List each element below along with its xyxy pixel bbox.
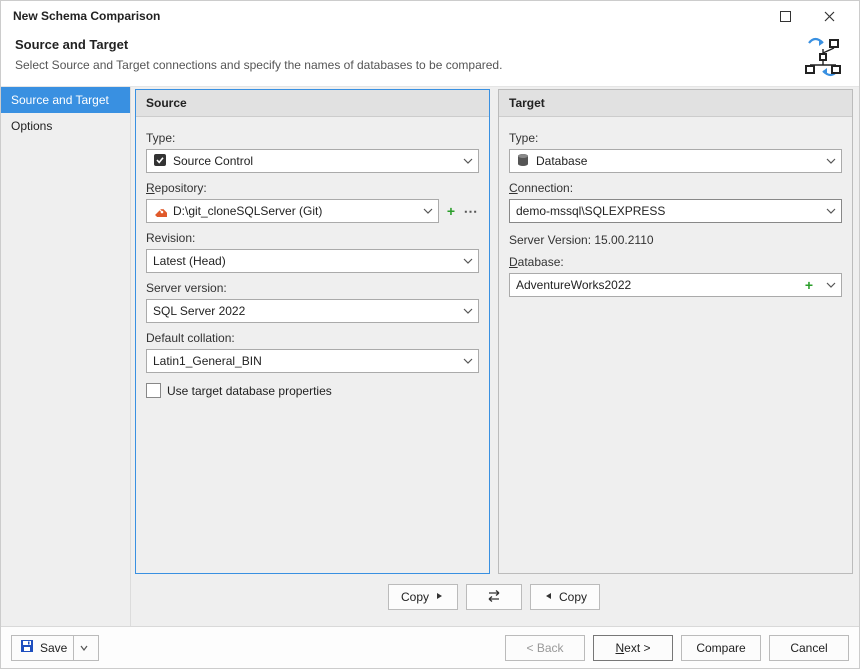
target-panel: Target Type: Database [498,89,853,574]
add-repo-button[interactable]: + [443,201,459,221]
source-server-version-label: Server version: [146,281,479,295]
schema-compare-hero-icon [803,37,843,80]
chevron-down-icon [420,201,436,221]
chevron-down-icon [460,351,476,371]
repo-more-button[interactable]: ⋯ [463,201,479,221]
target-database-select[interactable]: AdventureWorks2022 + [509,273,842,297]
nav-item-options[interactable]: Options [1,113,130,139]
target-type-select[interactable]: Database [509,149,842,173]
next-button[interactable]: Next > [593,635,673,661]
maximize-button[interactable] [763,2,807,30]
source-panel: Source Type: Source Control [135,89,490,574]
wizard-header: Source and Target Select Source and Targ… [1,31,859,86]
source-panel-title: Source [136,90,489,117]
chevron-down-icon [823,201,839,221]
window-title: New Schema Comparison [13,9,160,23]
source-type-select[interactable]: Source Control [146,149,479,173]
source-collation-label: Default collation: [146,331,479,345]
source-revision-label: Revision: [146,231,479,245]
target-panel-title: Target [499,90,852,117]
target-server-version-text: Server Version: 15.00.2110 [509,233,842,247]
target-connection-select[interactable]: demo-mssql\SQLEXPRESS [509,199,842,223]
chevron-down-icon [460,151,476,171]
save-dropdown-button[interactable] [73,636,94,660]
source-control-icon [153,153,167,170]
titlebar: New Schema Comparison [1,1,859,31]
swap-icon [486,590,502,605]
main-pane: Source Type: Source Control [131,87,859,626]
page-title: Source and Target [15,37,845,52]
target-connection-label: Connection: [509,181,842,195]
swap-button[interactable] [466,584,522,610]
source-collation-select[interactable]: Latin1_General_BIN [146,349,479,373]
compare-button[interactable]: Compare [681,635,761,661]
database-icon [516,153,530,170]
checkbox-icon [146,383,161,398]
copy-target-to-source-button[interactable]: Copy [530,584,600,610]
wizard-footer: Save < Back Next > Compare Cancel [1,626,859,668]
arrow-right-icon [435,590,445,604]
target-database-label: Database: [509,255,842,269]
chevron-down-icon [823,275,839,295]
chevron-down-icon [460,301,476,321]
source-revision-select[interactable]: Latest (Head) [146,249,479,273]
arrow-left-icon [543,590,553,604]
source-repo-select[interactable]: D:\git_cloneSQLServer (Git) [146,199,439,223]
source-type-label: Type: [146,131,479,145]
add-database-button[interactable]: + [801,275,817,295]
cancel-button[interactable]: Cancel [769,635,849,661]
page-subtitle: Select Source and Target connections and… [15,58,845,72]
source-repo-label: Repository: [146,181,479,195]
copy-source-to-target-button[interactable]: Copy [388,584,458,610]
copy-swap-controls: Copy C [135,574,853,620]
target-type-label: Type: [509,131,842,145]
save-icon [20,639,34,656]
chevron-down-icon [823,151,839,171]
back-button[interactable]: < Back [505,635,585,661]
save-button[interactable]: Save [11,635,99,661]
window: New Schema Comparison Source and Target … [0,0,860,669]
source-server-version-select[interactable]: SQL Server 2022 [146,299,479,323]
nav-item-source-and-target[interactable]: Source and Target [1,87,130,113]
wizard-body: Source and Target Options Source Type: [1,86,859,626]
use-target-db-props-checkbox[interactable]: Use target database properties [146,383,479,398]
chevron-down-icon [460,251,476,271]
close-button[interactable] [807,2,851,30]
git-icon [153,203,167,220]
wizard-nav: Source and Target Options [1,87,131,626]
